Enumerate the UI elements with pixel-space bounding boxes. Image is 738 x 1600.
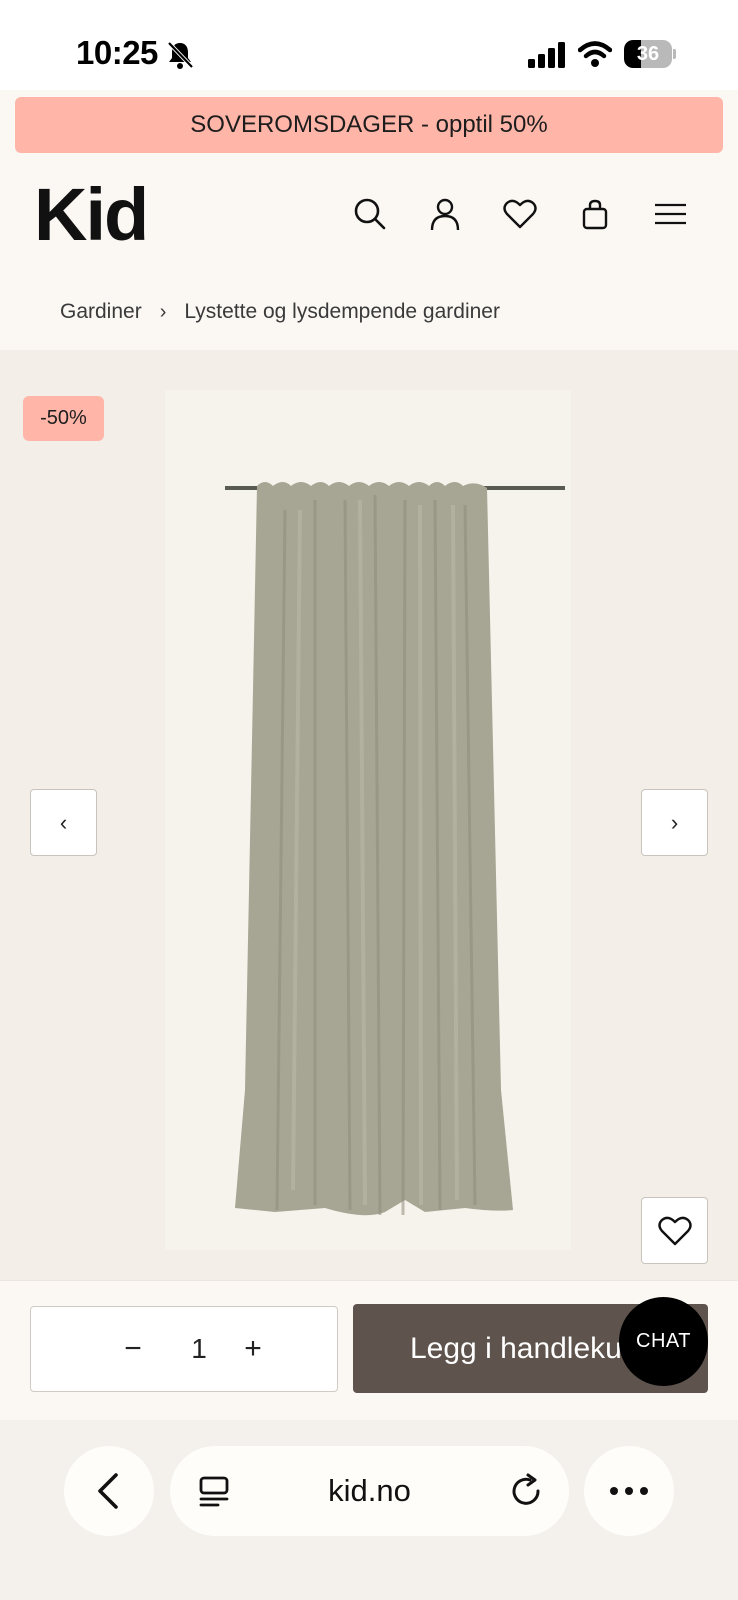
chat-button[interactable]: CHAT: [619, 1297, 708, 1386]
heart-icon: [657, 1216, 692, 1245]
quantity-decrease-button[interactable]: −: [111, 1327, 155, 1371]
promo-banner[interactable]: SOVEROMSDAGER - opptil 50%: [15, 97, 723, 153]
reload-icon[interactable]: [508, 1473, 544, 1509]
bell-off-icon: [167, 41, 194, 69]
back-arrow-icon: [98, 1473, 118, 1509]
breadcrumb-separator: ›: [159, 300, 167, 323]
discount-badge: -50%: [23, 396, 104, 441]
wifi-icon: [578, 41, 612, 67]
battery-icon: 36: [624, 40, 676, 68]
chevron-right-icon: ›: [670, 809, 679, 835]
browser-back-button[interactable]: [64, 1446, 154, 1536]
battery-level: 36: [636, 43, 660, 65]
browser-more-button[interactable]: [584, 1446, 674, 1536]
site-logo[interactable]: Kid: [34, 178, 149, 252]
quantity-value[interactable]: 1: [181, 1329, 217, 1369]
account-icon[interactable]: [427, 196, 463, 232]
product-gallery: [0, 350, 738, 1280]
breadcrumb-item-lystette[interactable]: Lystette og lysdempende gardiner: [184, 300, 500, 324]
gallery-prev-button[interactable]: ‹: [30, 789, 97, 856]
breadcrumb-item-gardiner[interactable]: Gardiner: [60, 300, 142, 324]
status-bar: 10:25 36: [0, 0, 738, 90]
status-time: 10:25: [76, 34, 158, 71]
breadcrumb: Gardiner › Lystette og lysdempende gardi…: [60, 300, 500, 324]
signal-icon: [528, 42, 565, 68]
curtain-image: [225, 482, 565, 1216]
search-icon[interactable]: [352, 196, 388, 232]
bag-icon[interactable]: [577, 196, 613, 232]
more-icon: [610, 1487, 648, 1495]
chevron-left-icon: ‹: [59, 809, 68, 835]
wishlist-icon[interactable]: [502, 196, 538, 232]
quantity-stepper: − 1 +: [30, 1306, 338, 1392]
quantity-increase-button[interactable]: +: [231, 1327, 275, 1371]
address-bar[interactable]: kid.no: [170, 1446, 569, 1536]
product-image[interactable]: [165, 390, 571, 1250]
menu-icon[interactable]: [652, 196, 688, 232]
gallery-next-button[interactable]: ›: [641, 789, 708, 856]
add-to-wishlist-button[interactable]: [641, 1197, 708, 1264]
